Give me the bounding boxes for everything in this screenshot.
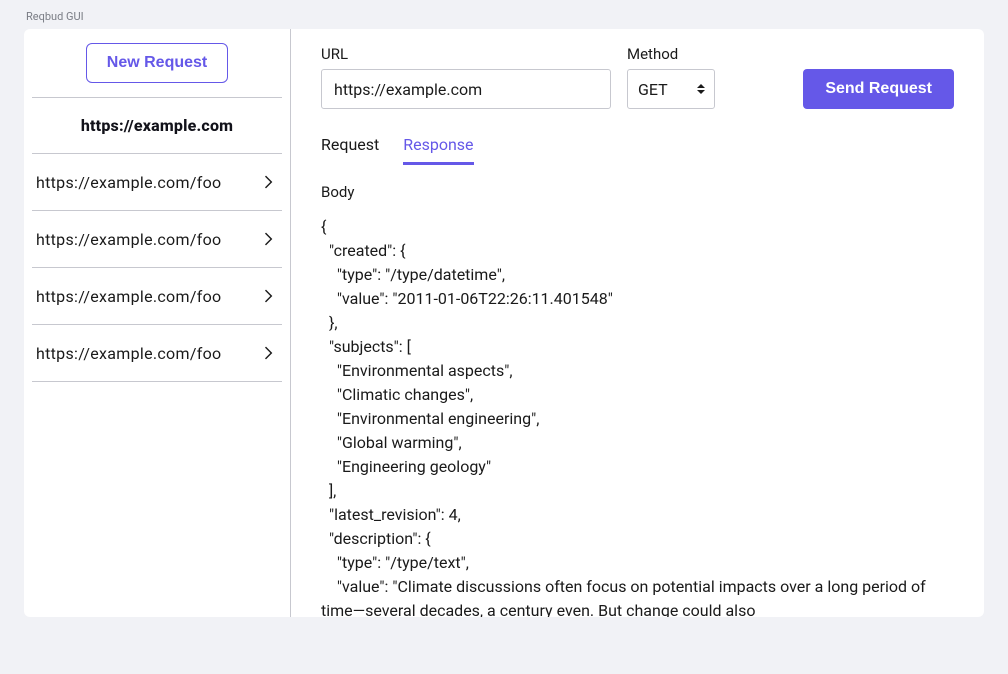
url-field-group: URL — [321, 45, 611, 109]
method-field-group: Method GET — [627, 45, 715, 109]
body-label: Body — [321, 183, 954, 201]
sidebar-item-label: https://example.com/foo — [36, 230, 221, 249]
chevron-right-icon — [258, 172, 278, 192]
tabs: Request Response — [321, 135, 954, 165]
sidebar-item-label: https://example.com/foo — [36, 173, 221, 192]
chevron-right-icon — [258, 229, 278, 249]
new-request-wrap: New Request — [24, 43, 290, 97]
app-window: New Request https://example.com https://… — [24, 29, 984, 617]
sidebar-list: https://example.com/foo https://example.… — [24, 153, 290, 382]
main-panel: URL Method GET Send Request Request Resp… — [291, 29, 984, 617]
tab-response[interactable]: Response — [403, 135, 473, 165]
sidebar-item[interactable]: https://example.com/foo — [32, 267, 282, 324]
response-body: { "created": { "type": "/type/datetime",… — [321, 215, 954, 617]
send-request-button[interactable]: Send Request — [803, 69, 954, 109]
new-request-button[interactable]: New Request — [86, 43, 228, 83]
sidebar-item[interactable]: https://example.com/foo — [32, 210, 282, 267]
method-select-wrap: GET — [627, 69, 715, 109]
sidebar-item-label: https://example.com/foo — [36, 344, 221, 363]
sidebar-item-label: https://example.com/foo — [36, 287, 221, 306]
sidebar-item[interactable]: https://example.com/foo — [32, 324, 282, 382]
sidebar: New Request https://example.com https://… — [24, 29, 291, 617]
method-select[interactable]: GET — [627, 69, 715, 109]
chevron-right-icon — [258, 343, 278, 363]
app-label: Reqbud GUI — [26, 10, 984, 23]
top-row: URL Method GET Send Request — [321, 45, 954, 109]
url-label: URL — [321, 45, 611, 63]
sidebar-item[interactable]: https://example.com/foo — [32, 153, 282, 210]
url-input[interactable] — [321, 69, 611, 109]
tab-request[interactable]: Request — [321, 135, 379, 165]
method-label: Method — [627, 45, 715, 63]
sidebar-active-request[interactable]: https://example.com — [24, 98, 290, 153]
chevron-right-icon — [258, 286, 278, 306]
